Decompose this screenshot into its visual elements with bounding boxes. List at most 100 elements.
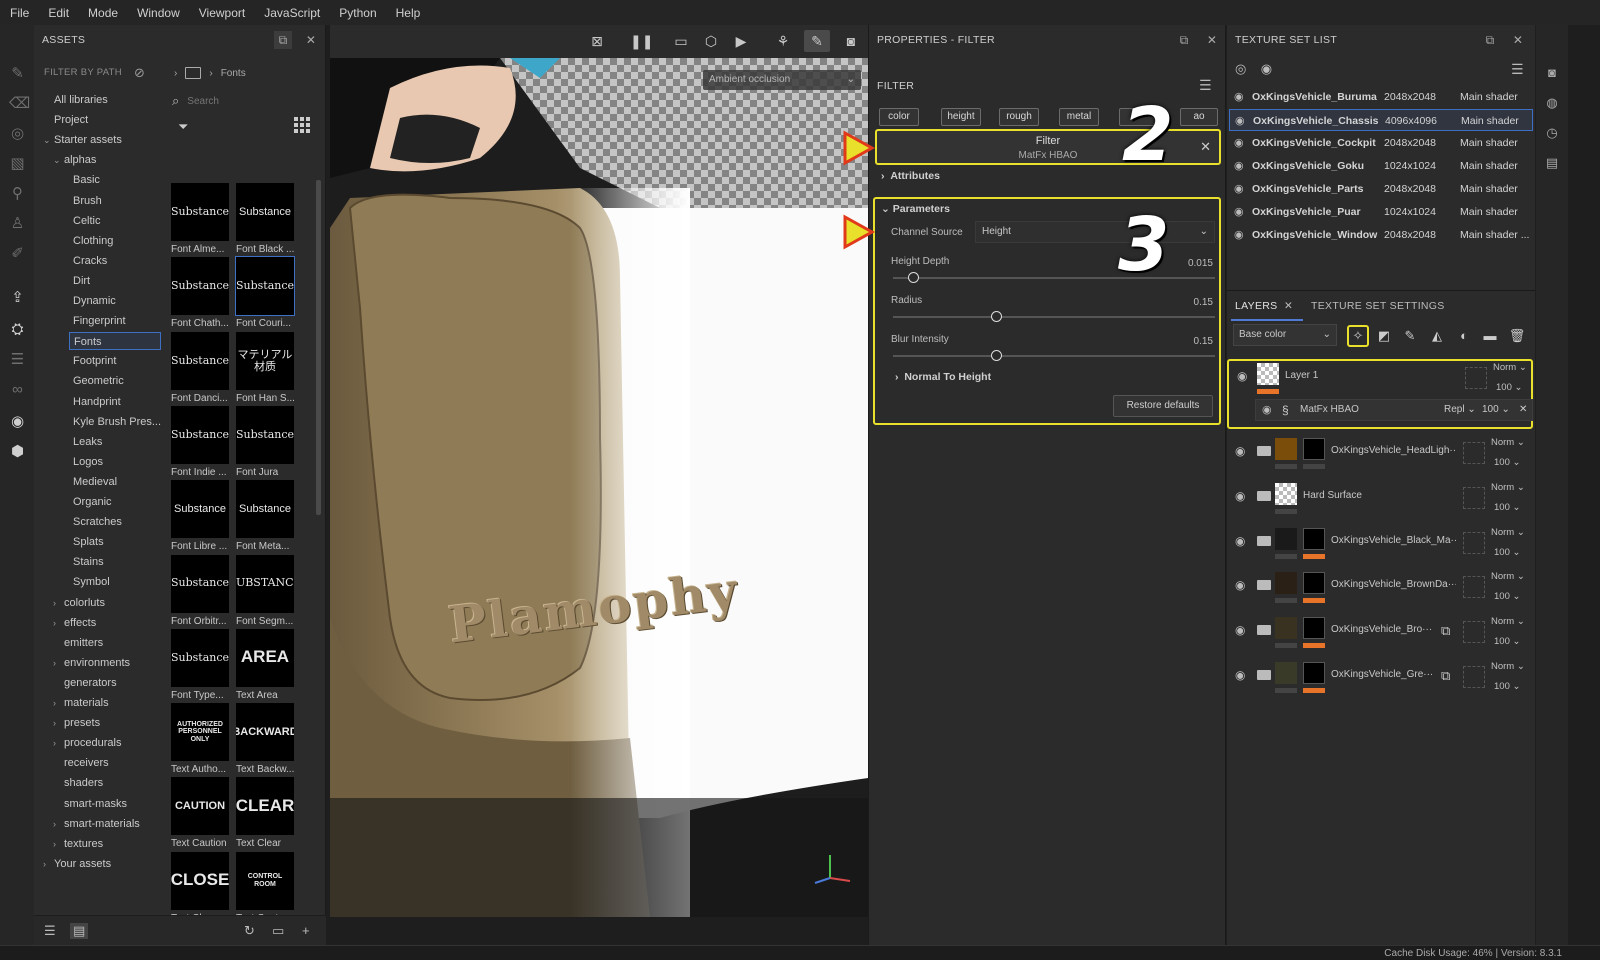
tree-item[interactable]: Footprint: [73, 352, 116, 370]
tree-item[interactable]: › environments: [53, 654, 130, 672]
tree-item[interactable]: Fingerprint: [73, 312, 126, 330]
asset-thumbnail[interactable]: Substance Font Type...: [171, 628, 229, 703]
delete-icon[interactable]: 🗑: [1508, 327, 1526, 345]
layer-opacity[interactable]: 100 ⌄: [1496, 382, 1522, 393]
restore-defaults-button[interactable]: Restore defaults: [1113, 395, 1213, 417]
log-icon[interactable]: ▤: [1544, 155, 1560, 171]
eye-icon[interactable]: ◉: [1235, 623, 1245, 637]
eye-icon[interactable]: ◉: [1234, 132, 1244, 154]
asset-thumbnail[interactable]: Substance Font Danci...: [171, 331, 229, 406]
tree-item[interactable]: Leaks: [73, 433, 102, 451]
filter-funnel-icon[interactable]: ⏷: [178, 119, 188, 135]
layer-blend-mode[interactable]: Norm ⌄: [1491, 616, 1525, 627]
chevron-right-icon[interactable]: ›: [53, 714, 56, 732]
add-icon[interactable]: +: [302, 923, 310, 938]
radius-value[interactable]: 0.15: [1194, 297, 1213, 308]
search-input[interactable]: [187, 95, 298, 107]
eye-icon[interactable]: ◉: [1261, 61, 1272, 76]
eye-icon[interactable]: ◉: [1235, 578, 1245, 592]
eye-icon[interactable]: ◉: [1262, 400, 1272, 420]
undock-icon[interactable]: ⧉: [1481, 31, 1499, 49]
tree-item[interactable]: receivers: [64, 754, 109, 772]
texture-set-row[interactable]: ◉ OxKingsVehicle_Window 2048x2048 Main shad…: [1229, 224, 1533, 246]
tree-item[interactable]: ⌄ alphas: [53, 151, 96, 169]
parameters-header[interactable]: ⌄ Parameters: [881, 203, 950, 215]
texture-set-row[interactable]: ◉ OxKingsVehicle_Buruma 2048x2048 Main shad…: [1229, 86, 1533, 108]
paint-brush-icon[interactable]: ✎: [9, 65, 26, 82]
channel-select[interactable]: Base color ⌄: [1233, 324, 1337, 346]
tree-item[interactable]: Dirt: [73, 272, 90, 290]
pause-icon[interactable]: ❚❚: [630, 33, 653, 50]
asset-thumbnail[interactable]: Substance Font Libre ...: [171, 480, 229, 554]
chevron-right-icon[interactable]: ›: [43, 855, 46, 873]
instance-icon[interactable]: ⧉: [1441, 623, 1450, 639]
tree-item[interactable]: Project: [54, 111, 88, 129]
tree-item[interactable]: Fonts: [69, 332, 161, 351]
mask-slot[interactable]: [1465, 367, 1487, 389]
remove-effect-icon[interactable]: ✕: [1519, 400, 1527, 420]
layer-row-layer-1[interactable]: ◉ Layer 1 Norm ⌄ 100 ⌄: [1229, 359, 1535, 403]
eye-icon[interactable]: ◉: [1235, 444, 1245, 458]
channel-ao-button[interactable]: ao: [1180, 108, 1218, 126]
layer-opacity[interactable]: 100 ⌄: [1494, 502, 1520, 513]
menu-python[interactable]: Python: [339, 6, 376, 20]
list-view-icon[interactable]: ☰: [44, 923, 56, 939]
layer-row[interactable]: ◉ OxKingsVehicle_HeadLigh··· Norm ⌄ 100 ⌄: [1227, 434, 1533, 478]
tree-item[interactable]: shaders: [64, 774, 103, 792]
layer-opacity[interactable]: 100 ⌄: [1494, 547, 1520, 558]
smart-material-icon[interactable]: ◐: [1455, 327, 1473, 345]
effect-row-matfx-hbao[interactable]: ◉ § MatFx HBAO Repl ⌄ 100 ⌄ ✕: [1255, 399, 1533, 421]
chevron-right-icon[interactable]: ›: [53, 594, 56, 612]
texture-set-row[interactable]: ◉ OxKingsVehicle_Parts 2048x2048 Main shade…: [1229, 178, 1533, 200]
folder-icon[interactable]: [1257, 535, 1271, 546]
tree-item[interactable]: Organic: [73, 493, 112, 511]
effect-opacity[interactable]: 100 ⌄: [1482, 400, 1510, 420]
layer-blend-mode[interactable]: Norm ⌄: [1491, 482, 1525, 493]
layer-opacity[interactable]: 100 ⌄: [1494, 591, 1520, 602]
folder-icon[interactable]: [1257, 490, 1271, 501]
layer-blend-mode[interactable]: Norm ⌄: [1491, 437, 1525, 448]
symmetry-icon[interactable]: ⚘: [774, 33, 792, 50]
tree-item[interactable]: › presets: [53, 714, 100, 732]
tree-item[interactable]: › textures: [53, 835, 103, 853]
3d-view-icon[interactable]: ⬡: [702, 33, 720, 50]
add-mask-icon[interactable]: ◩: [1375, 327, 1393, 345]
camera-icon[interactable]: ◙: [1544, 65, 1560, 81]
slider-handle[interactable]: [908, 272, 920, 283]
asset-thumbnail[interactable]: Substance Font Couri...: [235, 256, 295, 331]
chevron-down-icon[interactable]: ⌄: [53, 151, 61, 169]
folder-icon[interactable]: [1257, 670, 1271, 680]
layer-blend-mode[interactable]: Norm ⌄: [1493, 362, 1527, 373]
tree-item[interactable]: Celtic: [73, 212, 101, 230]
height-depth-value[interactable]: 0.015: [1188, 258, 1213, 269]
tree-item[interactable]: Symbol: [73, 573, 110, 591]
chevron-right-icon[interactable]: ›: [174, 68, 177, 79]
eye-icon[interactable]: ◉: [1237, 369, 1247, 383]
channel-height-button[interactable]: height: [941, 108, 981, 126]
eye-icon[interactable]: ◉: [1234, 86, 1244, 108]
scrollbar[interactable]: [316, 180, 321, 515]
chevron-right-icon[interactable]: ›: [53, 835, 56, 853]
texture-set-row[interactable]: ◉ OxKingsVehicle_Cockpit 2048x2048 Main sha…: [1229, 132, 1533, 154]
slider-handle[interactable]: [990, 311, 1002, 322]
history-icon[interactable]: ◷: [1544, 125, 1560, 141]
tree-item[interactable]: › Your assets: [43, 855, 111, 873]
layer-row[interactable]: ◉ Hard Surface Norm ⌄ 100 ⌄: [1227, 479, 1533, 523]
channel-source-select[interactable]: Height ⌄: [975, 221, 1215, 243]
slider-handle[interactable]: [990, 350, 1002, 361]
tree-item[interactable]: › smart-materials: [53, 815, 140, 833]
close-tab-icon[interactable]: ✕: [1284, 300, 1293, 312]
layer-row[interactable]: ◉ OxKingsVehicle_BrownDa··· Norm ⌄ 100 ⌄: [1227, 568, 1533, 612]
normal-to-height-section[interactable]: › Normal To Height: [895, 371, 991, 383]
effect-blend-mode[interactable]: Repl ⌄: [1444, 400, 1476, 420]
environment-icon[interactable]: ◍: [1544, 95, 1560, 111]
menu-viewport[interactable]: Viewport: [199, 6, 245, 20]
chevron-right-icon[interactable]: ›: [53, 694, 56, 712]
close-icon[interactable]: ✕: [1203, 31, 1221, 49]
breadcrumb-fonts[interactable]: Fonts: [221, 68, 246, 79]
tree-item[interactable]: Scratches: [73, 513, 122, 531]
new-folder-icon[interactable]: ▭: [272, 923, 284, 939]
mask-slot[interactable]: [1463, 576, 1485, 599]
eye-icon[interactable]: ◉: [1234, 178, 1244, 200]
tree-item[interactable]: Splats: [73, 533, 104, 551]
